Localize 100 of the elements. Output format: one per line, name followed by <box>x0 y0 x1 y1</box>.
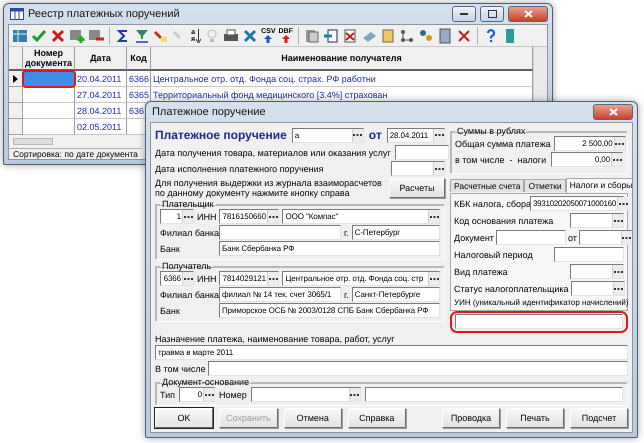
close-button[interactable] <box>593 104 633 120</box>
filter-icon[interactable] <box>134 28 150 44</box>
goods-date-field[interactable] <box>394 145 449 160</box>
ellipsis-button[interactable] <box>352 128 363 142</box>
maximize-button[interactable] <box>480 6 504 22</box>
field-label: Вид платежа <box>454 266 509 276</box>
name-field[interactable]: ООО "Компас" <box>282 209 440 224</box>
dialog-button[interactable]: OK <box>155 408 213 428</box>
ellipsis-button[interactable] <box>620 231 632 244</box>
dialog-button[interactable]: Печать <box>506 408 564 428</box>
city-field[interactable]: Санкт-Петербурге <box>352 287 440 302</box>
bank-field[interactable]: Приморское ОСБ № 2003/0128 СПБ Банк Сбербанка РФ <box>219 303 440 318</box>
basis-number-field[interactable] <box>250 387 361 402</box>
total-field[interactable]: 2 500,00 <box>554 136 626 151</box>
dialog-button[interactable]: Отмена <box>284 408 342 428</box>
column-header[interactable]: Дата <box>75 47 127 71</box>
branch-field[interactable]: филиал № 14 тек. счет 3065/1 <box>219 287 341 302</box>
column-header[interactable]: Код <box>127 47 151 71</box>
ellipsis-button[interactable] <box>267 272 278 285</box>
minimize-button[interactable] <box>452 6 476 22</box>
column-header[interactable]: Наименование получателя <box>151 47 533 71</box>
ellipsis-button[interactable] <box>612 282 624 295</box>
form-heading: Платежное поручение <box>155 128 287 142</box>
ellipsis-button[interactable] <box>203 388 214 401</box>
date-field[interactable]: 28.04.2011 <box>386 128 445 142</box>
printer-icon[interactable] <box>223 28 240 44</box>
picker-field[interactable] <box>570 281 625 296</box>
name-field[interactable]: Центральное отр. отд. Фонда соц. стр <box>282 271 440 286</box>
ellipsis-button[interactable] <box>182 272 193 285</box>
code-field[interactable]: 6366 <box>160 271 194 286</box>
arrow-down-icon <box>196 28 202 42</box>
hint-text: Для получения выдержки из журнала взаиморасчетов по данному документу нажмите кнопку справа <box>155 178 383 198</box>
document-field[interactable] <box>496 230 566 245</box>
table-icon <box>10 8 24 20</box>
inn-field[interactable]: 7814029121 <box>219 271 280 286</box>
uin-field[interactable] <box>455 314 623 329</box>
close-icon <box>608 108 618 116</box>
field-label: КБК налога, сбора <box>454 198 528 208</box>
add-row-icon[interactable] <box>69 28 85 44</box>
table-icon[interactable] <box>12 28 28 44</box>
group-title: Получатель <box>161 261 212 271</box>
picker-field[interactable] <box>570 264 624 279</box>
field-label: Налоговый период <box>454 250 534 260</box>
ellipsis-button[interactable] <box>267 210 278 223</box>
tree-icon[interactable] <box>398 28 415 44</box>
field-label: от <box>568 232 577 242</box>
window-title: Реестр платежных поручений <box>28 8 181 20</box>
purpose-field[interactable]: травма в марте 2011 <box>155 345 628 360</box>
cross-icon[interactable] <box>50 28 66 44</box>
date-field[interactable] <box>578 230 632 245</box>
ellipsis-button[interactable] <box>617 197 628 210</box>
field-label: В том числе <box>155 364 206 374</box>
status-bar: Сортировка: по дате документа <box>9 148 142 159</box>
tab[interactable]: Отметки <box>524 179 566 192</box>
documents-icon[interactable] <box>304 28 320 44</box>
picker-field[interactable] <box>570 213 624 228</box>
scrollbar[interactable] <box>13 138 53 145</box>
ellipsis-button[interactable] <box>428 272 439 285</box>
number-field[interactable]: а <box>292 128 364 142</box>
cross-icon[interactable] <box>456 28 472 44</box>
type-field[interactable]: 0 <box>179 387 216 402</box>
tax-field[interactable]: 0,00 <box>551 152 623 167</box>
field-label: ИНН <box>197 212 216 222</box>
dialog-button[interactable]: Подсчет <box>570 408 628 428</box>
field-label: ИНН <box>197 274 216 284</box>
branch-field[interactable] <box>219 225 341 240</box>
window-title: Платежное поручение <box>152 106 267 118</box>
remove-row-icon[interactable] <box>88 28 104 44</box>
period-field[interactable] <box>554 247 624 262</box>
ellipsis-button[interactable] <box>612 265 623 278</box>
field-label: Назначение платежа, наименование товара, работ, услуг <box>155 334 396 344</box>
dialog-button[interactable]: Проводка <box>442 408 500 428</box>
ellipsis-button[interactable] <box>433 128 444 142</box>
ellipsis-button[interactable] <box>611 153 622 166</box>
basis-field[interactable] <box>364 387 623 402</box>
calc-button[interactable]: Расчеты <box>389 178 445 198</box>
delete-document-icon[interactable] <box>342 28 358 44</box>
dialog-button[interactable]: Справка <box>348 408 406 428</box>
tab[interactable]: Расчетные счета <box>450 179 524 192</box>
tab[interactable]: Налоги и сборы <box>566 178 632 193</box>
close-button[interactable] <box>508 6 548 22</box>
ellipsis-button[interactable] <box>433 162 444 175</box>
check-icon[interactable] <box>31 28 47 44</box>
table-cell: 27.04.2011 <box>75 87 127 103</box>
execution-date-field[interactable] <box>391 161 445 176</box>
inn-field[interactable]: 7816150660 <box>219 209 280 224</box>
group-title: Плательщик <box>161 199 215 209</box>
arrow-up-icon <box>282 35 290 43</box>
field-label: Общая сумма платежа <box>455 138 551 148</box>
ellipsis-button[interactable] <box>348 388 360 401</box>
ellipsis-button[interactable] <box>182 210 193 223</box>
ellipsis-button[interactable] <box>614 137 625 150</box>
ellipsis-button[interactable] <box>612 214 623 227</box>
ellipsis-button[interactable] <box>428 210 439 223</box>
code-field[interactable]: 1 <box>160 209 194 224</box>
import-icon[interactable] <box>322 28 339 44</box>
bank-field[interactable]: Банк Сбербанка РФ <box>219 241 440 256</box>
column-header[interactable]: Номер документа <box>23 47 75 71</box>
city-field[interactable]: С-Петербург <box>352 225 440 240</box>
including-field[interactable] <box>208 361 628 376</box>
